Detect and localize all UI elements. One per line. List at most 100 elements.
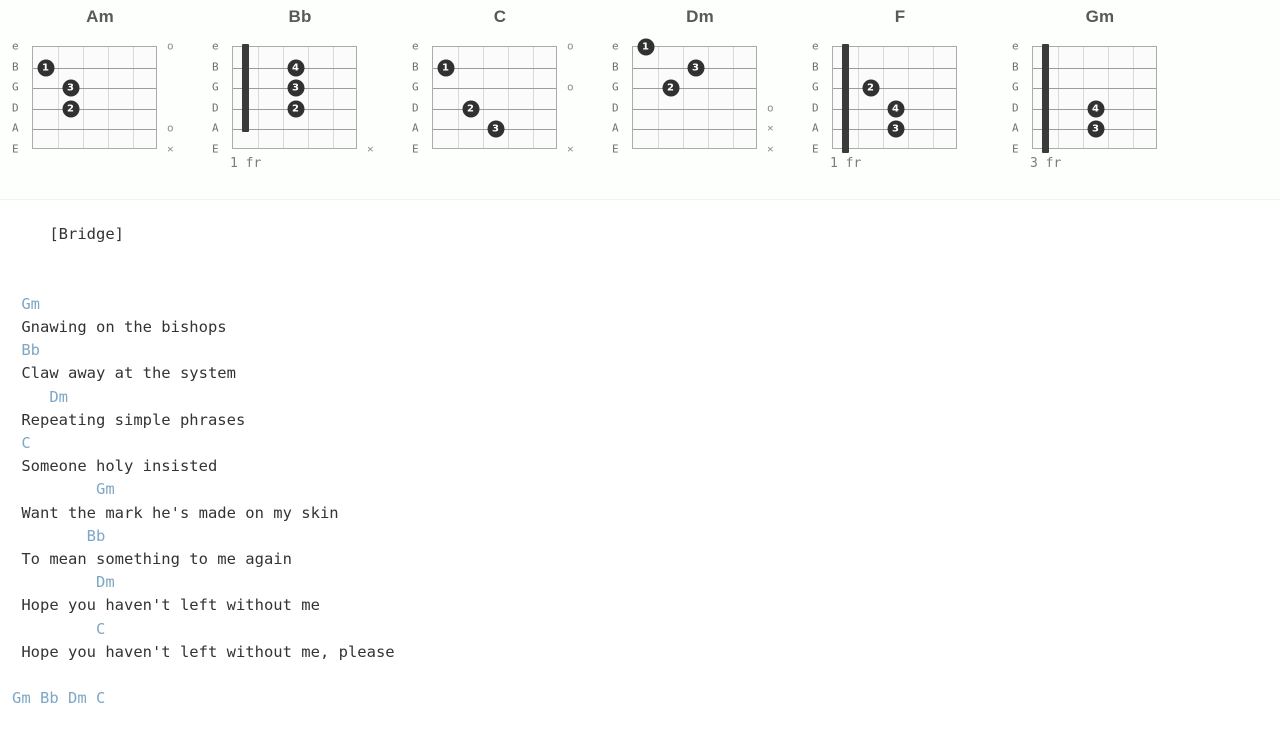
string-label: B <box>812 60 819 74</box>
fret-line <box>533 47 534 148</box>
string-label: A <box>212 121 219 135</box>
chord-name-label: Am <box>86 7 114 26</box>
chord-line: Gm Bb Dm C <box>12 689 106 708</box>
fret-grid: 132 <box>32 46 157 149</box>
fret-position-label: 1 fr <box>830 156 862 171</box>
lyric-line: Repeating simple phrases <box>12 410 246 429</box>
chord-name-label: F <box>894 7 906 26</box>
finger-dot: 1 <box>637 38 654 56</box>
finger-dot: 2 <box>287 100 304 118</box>
fret-line <box>1133 47 1134 148</box>
chord-line: Dm <box>12 387 68 406</box>
finger-dot: 2 <box>462 100 479 118</box>
string-line <box>833 67 956 69</box>
fret-line <box>508 47 509 148</box>
fretboard: e B G D A E 1 3 2 o × × <box>600 38 800 196</box>
fret-line <box>1058 47 1059 148</box>
fret-line <box>308 47 309 148</box>
string-label: A <box>1012 121 1019 135</box>
chord-line: Dm <box>12 573 115 592</box>
string-label: B <box>612 60 619 74</box>
fret-grid: 4 3 2 <box>232 44 357 149</box>
chord-diagram-c[interactable]: Ce B G D A E 1 2 3 o o × <box>400 0 600 196</box>
string-label: B <box>412 60 419 74</box>
fret-line <box>908 47 909 148</box>
fret-line <box>83 47 84 148</box>
fret-line <box>658 47 659 148</box>
string-label: E <box>1012 142 1019 156</box>
string-label: G <box>812 80 819 94</box>
fret-grid: 43 <box>1032 44 1157 153</box>
string-label: A <box>412 121 419 135</box>
finger-dot: 4 <box>287 59 304 77</box>
chord-diagram-f[interactable]: FeBGDAE 24 3 1 fr <box>800 0 1000 196</box>
chord-name-label: Bb <box>288 7 312 26</box>
string-line <box>433 108 556 110</box>
finger-dot: 3 <box>687 59 704 77</box>
finger-dot: 3 <box>487 120 504 138</box>
fret-line <box>58 47 59 148</box>
fret-line <box>458 47 459 148</box>
string-label: e <box>612 39 619 53</box>
chord-line: Bb <box>12 526 106 545</box>
chord-line: C <box>12 434 31 453</box>
fret-line <box>1108 47 1109 148</box>
string-label: E <box>612 142 619 156</box>
chord-line: Gm <box>12 294 40 313</box>
finger-dot: 1 <box>437 59 454 77</box>
fret-line <box>683 47 684 148</box>
string-label: D <box>812 101 819 115</box>
string-label: D <box>12 101 19 115</box>
section-heading: [Bridge] <box>49 225 124 244</box>
string-label: e <box>12 39 19 53</box>
lyric-line: Want the mark he's made on my skin <box>12 503 339 522</box>
chord-name-label: Dm <box>686 7 714 26</box>
string-line <box>633 88 756 90</box>
muted-string-marker: × <box>167 142 174 156</box>
string-line <box>33 129 156 131</box>
open-string-marker: o <box>567 39 574 53</box>
string-line <box>633 129 756 131</box>
lyric-line: Someone holy insisted <box>12 457 218 476</box>
fret-line <box>933 47 934 148</box>
chord-line: Bb <box>12 341 40 360</box>
string-label: E <box>412 142 419 156</box>
finger-dot: 3 <box>887 120 904 138</box>
lyric-line: Hope you haven't left without me <box>12 596 320 615</box>
fret-grid: 1 23 <box>432 46 557 149</box>
chord-diagram-dm[interactable]: Dm e B G D A E 1 3 2 o × × <box>600 0 800 196</box>
chord-sheet: [Bridge] Gm Gnawing on the bishops Bb Cl… <box>0 200 1280 734</box>
barre-bar <box>842 44 849 153</box>
lyric-line: Hope you haven't left without me, please <box>12 642 395 661</box>
string-label: A <box>12 121 19 135</box>
string-line <box>1033 88 1156 90</box>
finger-dot: 4 <box>1087 100 1104 118</box>
fret-line <box>258 47 259 148</box>
fret-line <box>883 47 884 148</box>
chord-diagram-bb[interactable]: Bb e B G D A E 4 3 2 × 1 fr <box>200 0 400 196</box>
chord-diagram-am[interactable]: Am e B G D A E 1 3 2 o o × <box>0 0 200 196</box>
finger-dot: 3 <box>1087 120 1104 138</box>
chord-name-label: Gm <box>1085 7 1115 26</box>
lyric-line: To mean something to me again <box>12 550 292 569</box>
fret-line <box>733 47 734 148</box>
fretboard: eBGDAE 24 3 1 fr <box>800 41 1000 196</box>
finger-dot: 3 <box>62 79 79 97</box>
fretboard: e B G D A E 1 2 3 o o × <box>400 41 600 196</box>
finger-dot: 2 <box>62 100 79 118</box>
string-line <box>233 129 356 131</box>
string-label: B <box>1012 60 1019 74</box>
fret-position-label: 1 fr <box>230 156 262 171</box>
fret-line <box>708 47 709 148</box>
sheet-body: [Bridge] Gm Gnawing on the bishops Bb Cl… <box>0 200 1280 734</box>
chord-diagram-gm[interactable]: Gm e B G D A E 4 3 3 fr <box>1000 0 1200 196</box>
open-string-marker: o <box>567 80 574 94</box>
string-name-column: eBGDAE <box>612 41 626 155</box>
string-name-column: eBGDAE <box>1012 41 1026 155</box>
fret-line <box>483 47 484 148</box>
string-label: G <box>612 80 619 94</box>
fret-grid: 132 <box>632 38 757 149</box>
string-label: E <box>812 142 819 156</box>
string-label: e <box>412 39 419 53</box>
muted-string-marker: × <box>367 142 374 156</box>
